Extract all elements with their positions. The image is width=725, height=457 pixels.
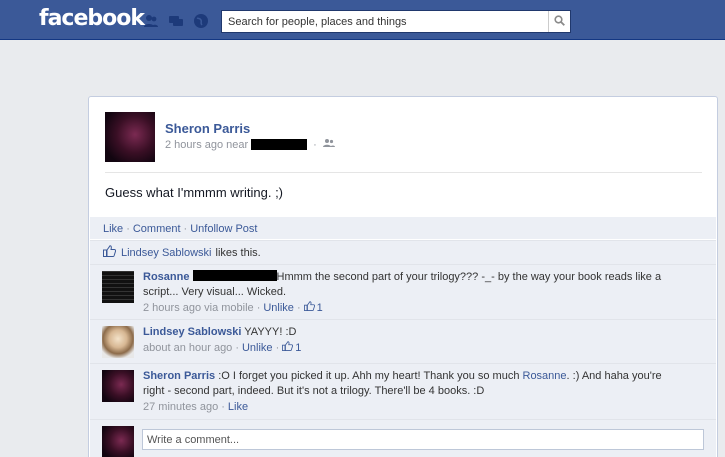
separator: · xyxy=(275,342,280,354)
post-actions: Like · Comment · Unfollow Post xyxy=(90,217,716,239)
meta-dot: · xyxy=(313,138,317,151)
search-icon xyxy=(554,14,565,29)
comment-time[interactable]: about an hour ago xyxy=(143,341,232,356)
unfollow-post-link[interactable]: Unfollow Post xyxy=(190,223,257,235)
commenter-avatar[interactable] xyxy=(102,326,134,358)
comment-item: Sheron Parris :O I forget you picked it … xyxy=(90,363,716,419)
comment-body: Sheron Parris :O I forget you picked it … xyxy=(143,369,663,415)
separator: · xyxy=(256,302,261,314)
separator: · xyxy=(183,223,188,235)
post-time[interactable]: 2 hours ago near xyxy=(165,139,248,151)
viewer-avatar xyxy=(102,426,134,457)
commenter-name[interactable]: Sheron Parris xyxy=(143,370,215,382)
redacted-location xyxy=(251,139,308,150)
search-input[interactable] xyxy=(222,11,548,32)
comment-item: Rosanne Hmmm the second part of your tri… xyxy=(90,264,716,319)
separator: · xyxy=(296,302,301,314)
separator: · xyxy=(126,223,130,235)
likes-text: likes this. xyxy=(215,246,261,259)
commenter-name[interactable]: Rosanne xyxy=(143,271,189,283)
search-button[interactable] xyxy=(548,11,570,32)
comment-meta: about an hour ago · Unlike · 1 xyxy=(143,341,663,356)
post-card: Sheron Parris 2 hours ago near · Guess w… xyxy=(88,96,718,457)
post-author[interactable]: Sheron Parris xyxy=(165,121,250,136)
comment-body: Lindsey Sablowski YAYYY! :D about an hou… xyxy=(143,325,663,356)
like-link[interactable]: Like xyxy=(228,400,248,415)
mention-link[interactable]: Rosanne xyxy=(523,370,567,382)
comment-meta: 2 hours ago via mobile · Unlike · 1 xyxy=(143,301,663,316)
post-divider xyxy=(105,172,702,173)
unlike-link[interactable]: Unlike xyxy=(242,341,273,356)
commenter-avatar[interactable] xyxy=(102,370,134,402)
comment-input[interactable] xyxy=(142,429,704,450)
comment-like-count[interactable]: 1 xyxy=(317,301,323,316)
thumbs-up-icon xyxy=(303,301,315,316)
author-avatar[interactable] xyxy=(105,112,155,162)
comment-item: Lindsey Sablowski YAYYY! :D about an hou… xyxy=(90,319,716,363)
thumbs-up-icon xyxy=(103,245,117,260)
audience-friends-icon[interactable] xyxy=(322,138,335,151)
post-text: Guess what I'mmmm writing. ;) xyxy=(105,185,284,200)
comment-text: YAYYY! :D xyxy=(244,326,297,338)
post-meta: 2 hours ago near · xyxy=(165,138,335,151)
liker-name[interactable]: Lindsey Sablowski xyxy=(121,247,212,259)
separator: · xyxy=(221,401,225,413)
comment-body: Rosanne Hmmm the second part of your tri… xyxy=(143,270,663,316)
notifications-globe-icon[interactable] xyxy=(193,13,209,29)
likes-summary: Lindsey Sablowski likes this. xyxy=(90,240,716,264)
top-bar: facebook xyxy=(0,0,725,40)
comment-time[interactable]: 2 hours ago via mobile xyxy=(143,301,254,316)
thumbs-up-icon xyxy=(282,341,294,356)
separator: · xyxy=(235,342,239,354)
comment-time[interactable]: 27 minutes ago xyxy=(143,400,218,415)
comment-like-count[interactable]: 1 xyxy=(295,341,301,356)
write-comment-row xyxy=(90,419,716,457)
facebook-logo[interactable]: facebook xyxy=(39,6,145,31)
redacted-name xyxy=(192,270,277,281)
friend-requests-icon[interactable] xyxy=(143,13,159,29)
unlike-link[interactable]: Unlike xyxy=(263,301,294,316)
comment-link[interactable]: Comment xyxy=(133,223,181,235)
like-link[interactable]: Like xyxy=(103,223,123,235)
commenter-name[interactable]: Lindsey Sablowski xyxy=(143,326,241,338)
commenter-avatar[interactable] xyxy=(102,271,134,303)
messages-icon[interactable] xyxy=(168,13,184,29)
comment-text: :O I forget you picked it up. Ahh my hea… xyxy=(218,370,520,382)
search-box xyxy=(221,10,571,33)
comment-meta: 27 minutes ago · Like xyxy=(143,400,663,415)
